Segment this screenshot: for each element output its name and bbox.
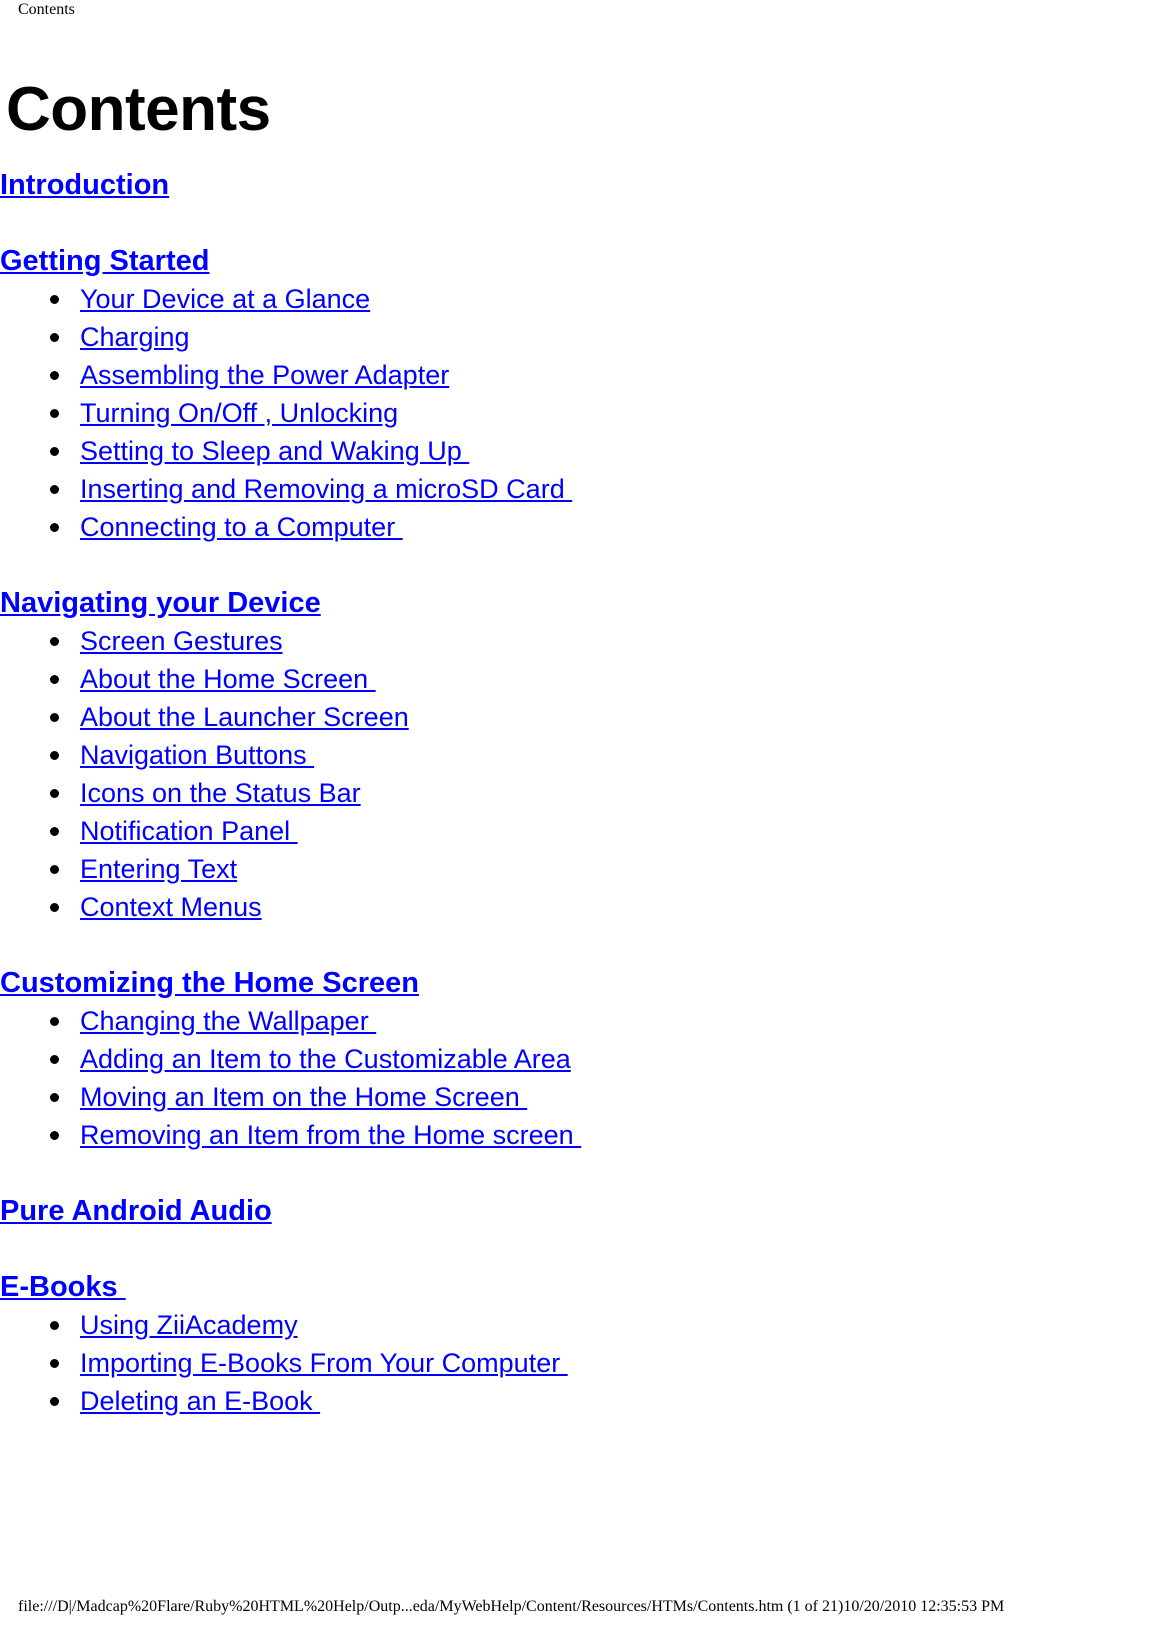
toc-section-link[interactable]: Navigating your Device: [0, 587, 321, 619]
list-item: Your Device at a Glance: [0, 280, 1173, 318]
page-footer-path: file:///D|/Madcap%20Flare/Ruby%20HTML%20…: [18, 1598, 1005, 1615]
bullet-disc-icon: [50, 447, 59, 456]
toc-item-link[interactable]: Charging: [80, 322, 190, 352]
list-item: Turning On/Off , Unlocking: [0, 394, 1173, 432]
toc-section: Pure Android Audio: [0, 1192, 1173, 1230]
bullet-disc-icon: [50, 1397, 59, 1406]
toc-item-link[interactable]: Entering Text: [80, 854, 237, 884]
bullet-disc-icon: [50, 409, 59, 418]
toc-item-link[interactable]: Setting to Sleep and Waking Up: [80, 436, 469, 466]
toc-item-link[interactable]: About the Home Screen: [80, 664, 376, 694]
list-item: Connecting to a Computer: [0, 508, 1173, 546]
toc-item-link[interactable]: Importing E-Books From Your Computer: [80, 1348, 568, 1378]
bullet-disc-icon: [50, 1359, 59, 1368]
bullet-disc-icon: [50, 1017, 59, 1026]
toc-section-heading: Navigating your Device: [0, 584, 1173, 622]
toc-item-link[interactable]: Turning On/Off , Unlocking: [80, 398, 398, 428]
toc-item-link[interactable]: Inserting and Removing a microSD Card: [80, 474, 572, 504]
list-item: Deleting an E-Book: [0, 1382, 1173, 1420]
bullet-disc-icon: [50, 485, 59, 494]
list-item: Assembling the Power Adapter: [0, 356, 1173, 394]
toc-section-heading: Pure Android Audio: [0, 1192, 1173, 1230]
toc-section: Customizing the Home Screen Changing the …: [0, 964, 1173, 1154]
toc-item-link[interactable]: Changing the Wallpaper: [80, 1006, 376, 1036]
toc-sections: Introduction Getting Started Your Device a…: [0, 166, 1173, 1420]
toc-content: Contents Introduction Getting Started Your…: [0, 74, 1173, 1420]
toc-item-link[interactable]: About the Launcher Screen: [80, 702, 409, 732]
toc-section-link[interactable]: Getting Started: [0, 245, 209, 277]
bullet-disc-icon: [50, 1055, 59, 1064]
toc-item-link[interactable]: Deleting an E-Book: [80, 1386, 320, 1416]
list-item: Importing E-Books From Your Computer: [0, 1344, 1173, 1382]
list-item: Inserting and Removing a microSD Card: [0, 470, 1173, 508]
bullet-disc-icon: [50, 637, 59, 646]
list-item: Adding an Item to the Customizable Area: [0, 1040, 1173, 1078]
toc-item-link[interactable]: Your Device at a Glance: [80, 284, 370, 314]
toc-section-link[interactable]: Pure Android Audio: [0, 1195, 272, 1227]
toc-section: Navigating your Device Screen Gestures Abo…: [0, 584, 1173, 926]
list-item: Removing an Item from the Home screen: [0, 1116, 1173, 1154]
toc-item-link[interactable]: Connecting to a Computer: [80, 512, 403, 542]
toc-item-link[interactable]: Assembling the Power Adapter: [80, 360, 449, 390]
list-item: Icons on the Status Bar: [0, 774, 1173, 812]
toc-item-list: Your Device at a Glance Charging Assemblin…: [0, 280, 1173, 546]
toc-section: E-Books Using ZiiAcademy Importing E-Book…: [0, 1268, 1173, 1420]
toc-item-list: Screen Gestures About the Home Screen Abo…: [0, 622, 1173, 926]
list-item: About the Home Screen: [0, 660, 1173, 698]
list-item: Screen Gestures: [0, 622, 1173, 660]
list-item: Notification Panel: [0, 812, 1173, 850]
toc-item-link[interactable]: Icons on the Status Bar: [80, 778, 361, 808]
bullet-disc-icon: [50, 333, 59, 342]
bullet-disc-icon: [50, 1321, 59, 1330]
list-item: Navigation Buttons: [0, 736, 1173, 774]
toc-section-link[interactable]: E-Books: [0, 1271, 126, 1303]
list-item: Using ZiiAcademy: [0, 1306, 1173, 1344]
toc-section-heading: Introduction: [0, 166, 1173, 204]
toc-item-link[interactable]: Screen Gestures: [80, 626, 283, 656]
bullet-disc-icon: [50, 903, 59, 912]
bullet-disc-icon: [50, 675, 59, 684]
toc-section: Getting Started Your Device at a Glance Ch…: [0, 242, 1173, 546]
toc-item-link[interactable]: Context Menus: [80, 892, 262, 922]
bullet-disc-icon: [50, 523, 59, 532]
bullet-disc-icon: [50, 865, 59, 874]
toc-section-heading: Getting Started: [0, 242, 1173, 280]
toc-section: Introduction: [0, 166, 1173, 204]
bullet-disc-icon: [50, 295, 59, 304]
bullet-disc-icon: [50, 1093, 59, 1102]
toc-item-link[interactable]: Removing an Item from the Home screen: [80, 1120, 581, 1150]
toc-item-link[interactable]: Adding an Item to the Customizable Area: [80, 1044, 571, 1074]
list-item: Changing the Wallpaper: [0, 1002, 1173, 1040]
toc-item-link[interactable]: Notification Panel: [80, 816, 298, 846]
toc-section-heading: E-Books: [0, 1268, 1173, 1306]
bullet-disc-icon: [50, 713, 59, 722]
list-item: Charging: [0, 318, 1173, 356]
list-item: Moving an Item on the Home Screen: [0, 1078, 1173, 1116]
toc-item-link[interactable]: Moving an Item on the Home Screen: [80, 1082, 527, 1112]
toc-section-link[interactable]: Introduction: [0, 169, 169, 201]
list-item: About the Launcher Screen: [0, 698, 1173, 736]
toc-item-list: Using ZiiAcademy Importing E-Books From Y…: [0, 1306, 1173, 1420]
bullet-disc-icon: [50, 371, 59, 380]
toc-item-link[interactable]: Using ZiiAcademy: [80, 1310, 298, 1340]
bullet-disc-icon: [50, 751, 59, 760]
list-item: Context Menus: [0, 888, 1173, 926]
toc-item-link[interactable]: Navigation Buttons: [80, 740, 314, 770]
toc-section-heading: Customizing the Home Screen: [0, 964, 1173, 1002]
bullet-disc-icon: [50, 827, 59, 836]
bullet-disc-icon: [50, 1131, 59, 1140]
page-title: Contents: [6, 75, 271, 144]
toc-section-link[interactable]: Customizing the Home Screen: [0, 967, 419, 999]
running-page-header: Contents: [18, 1, 75, 18]
list-item: Entering Text: [0, 850, 1173, 888]
list-item: Setting to Sleep and Waking Up: [0, 432, 1173, 470]
toc-item-list: Changing the Wallpaper Adding an Item to…: [0, 1002, 1173, 1154]
bullet-disc-icon: [50, 789, 59, 798]
